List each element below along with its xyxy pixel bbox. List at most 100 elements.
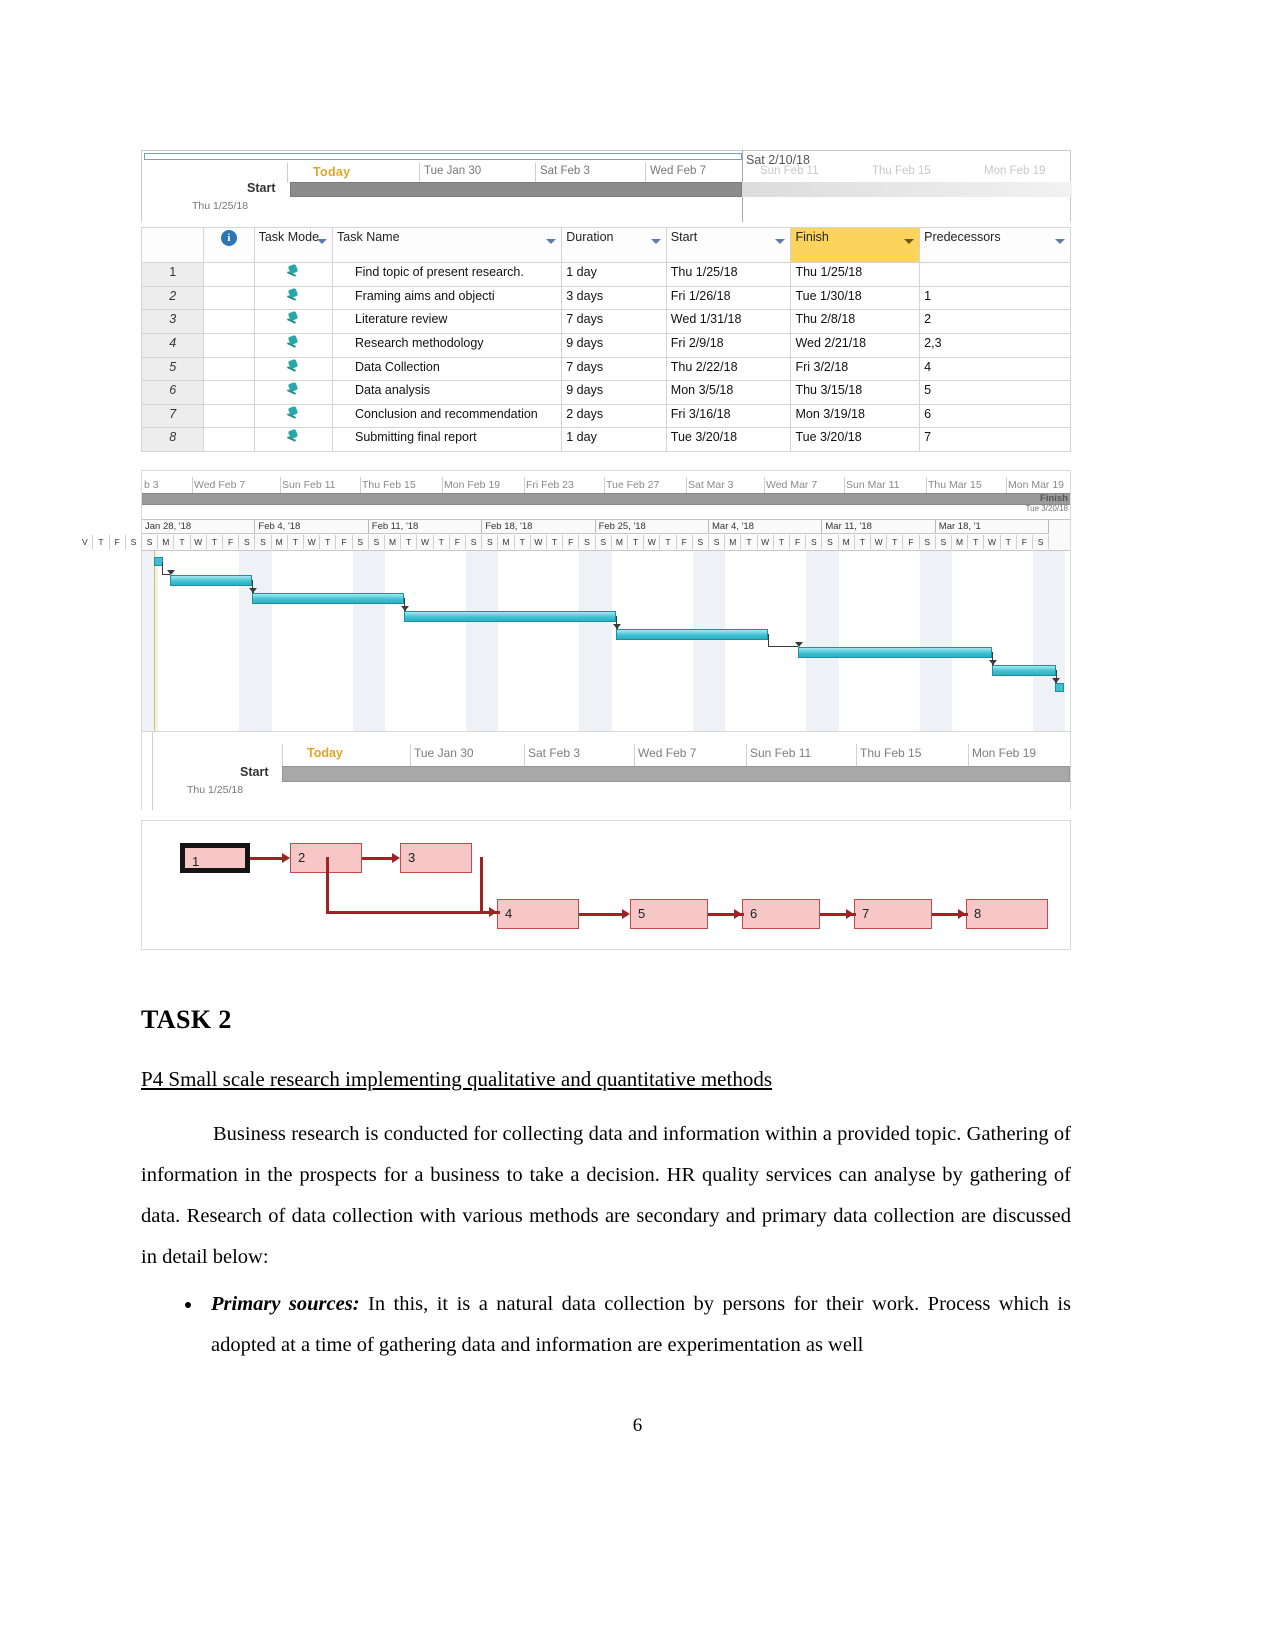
row-start[interactable]: Fri 3/16/18 xyxy=(665,403,792,429)
manually-scheduled-pin-icon xyxy=(286,312,300,326)
tick-line xyxy=(419,163,420,183)
row-start[interactable]: Wed 1/31/18 xyxy=(665,309,792,334)
chevron-down-icon[interactable] xyxy=(546,239,557,244)
col-header-duration[interactable]: Duration xyxy=(561,227,667,263)
network-node-3[interactable]: 3 xyxy=(400,843,472,873)
gantt-bar-task-7[interactable] xyxy=(992,665,1056,676)
gantt-bars-canvas[interactable] xyxy=(142,551,1070,731)
gantt-bar-task-5[interactable] xyxy=(616,629,768,640)
table-row[interactable]: 5 Data Collection 7 days Thu 2/22/18 Fri 3/2… xyxy=(140,356,1071,382)
row-duration[interactable]: 9 days xyxy=(561,380,667,405)
table-row[interactable]: 2 Framing aims and objecti 3 days Fri 1/26/… xyxy=(140,285,1071,311)
row-predecessors[interactable]: 1 xyxy=(919,285,1071,311)
row-start[interactable]: Thu 1/25/18 xyxy=(665,262,792,287)
row-task-mode[interactable] xyxy=(253,403,334,429)
row-duration[interactable]: 7 days xyxy=(561,356,667,382)
col-header-task-mode[interactable]: Task Mode xyxy=(253,227,334,263)
table-row[interactable]: 6 Data analysis 9 days Mon 3/5/18 Thu 3/15/1… xyxy=(140,380,1071,405)
row-finish[interactable]: Tue 1/30/18 xyxy=(790,285,921,311)
row-predecessors[interactable]: 7 xyxy=(919,427,1071,452)
row-task-name[interactable]: Research methodology xyxy=(332,332,563,358)
row-duration[interactable]: 2 days xyxy=(561,403,667,429)
row-task-name[interactable]: Framing aims and objecti xyxy=(332,285,563,311)
network-node-5[interactable]: 5 xyxy=(630,899,708,929)
row-finish[interactable]: Mon 3/19/18 xyxy=(790,403,921,429)
row-duration[interactable]: 9 days xyxy=(561,332,667,358)
row-duration[interactable]: 3 days xyxy=(561,285,667,311)
row-start[interactable]: Tue 3/20/18 xyxy=(665,427,792,452)
row-task-mode[interactable] xyxy=(253,332,334,358)
bullet-list: Primary sources: In this, it is a natura… xyxy=(141,1284,1071,1366)
row-predecessors[interactable]: 6 xyxy=(919,403,1071,429)
row-task-name[interactable]: Data analysis xyxy=(332,380,563,405)
row-predecessors[interactable]: 2,3 xyxy=(919,332,1071,358)
gantt-bottom-tick-3: Sun Feb 11 xyxy=(750,746,812,760)
network-node-6[interactable]: 6 xyxy=(742,899,820,929)
network-node-8[interactable]: 8 xyxy=(966,899,1048,929)
tick-line xyxy=(524,477,525,493)
row-predecessors[interactable]: 5 xyxy=(919,380,1071,405)
row-task-mode[interactable] xyxy=(253,356,334,382)
table-row[interactable]: 1 Find topic of present research. 1 day Thu… xyxy=(140,262,1071,287)
col-header-start[interactable]: Start xyxy=(665,227,792,263)
row-predecessors[interactable]: 2 xyxy=(919,309,1071,334)
gantt-bar-task-6[interactable] xyxy=(798,647,992,658)
table-row[interactable]: 4 Research methodology 9 days Fri 2/9/18 Wed… xyxy=(140,332,1071,358)
col-header-indicator[interactable]: i xyxy=(203,227,255,263)
row-start[interactable]: Fri 1/26/18 xyxy=(665,285,792,311)
network-node-7[interactable]: 7 xyxy=(854,899,932,929)
chevron-down-icon[interactable] xyxy=(904,239,915,244)
row-finish[interactable]: Fri 3/2/18 xyxy=(790,356,921,382)
col-header-predecessors[interactable]: Predecessors xyxy=(919,227,1071,263)
table-row[interactable]: 8 Submitting final report 1 day Tue 3/20/18… xyxy=(140,427,1071,452)
gantt-bar-task-2[interactable] xyxy=(170,575,252,586)
row-task-name[interactable]: Data Collection xyxy=(332,356,563,382)
row-finish[interactable]: Thu 2/8/18 xyxy=(790,309,921,334)
day-cell: S xyxy=(693,535,709,549)
row-start[interactable]: Mon 3/5/18 xyxy=(665,380,792,405)
row-task-mode[interactable] xyxy=(253,285,334,311)
col-header-finish[interactable]: Finish xyxy=(790,227,921,263)
row-duration[interactable]: 1 day xyxy=(561,262,667,287)
row-finish[interactable]: Thu 3/15/18 xyxy=(790,380,921,405)
gantt-bar-task-8[interactable] xyxy=(1055,683,1064,692)
row-start[interactable]: Fri 2/9/18 xyxy=(665,332,792,358)
day-cell: F xyxy=(450,535,466,549)
row-task-mode[interactable] xyxy=(253,380,334,405)
network-node-4[interactable]: 4 xyxy=(497,899,579,929)
day-cell: S xyxy=(126,535,142,549)
day-cell: T xyxy=(174,535,191,549)
table-row[interactable]: 7 Conclusion and recommendation 2 days Fri … xyxy=(140,403,1071,429)
row-task-name[interactable]: Submitting final report xyxy=(332,427,563,452)
network-node-1[interactable]: 1 xyxy=(180,843,250,873)
network-link xyxy=(412,911,483,914)
row-start[interactable]: Thu 2/22/18 xyxy=(665,356,792,382)
col-header-id[interactable] xyxy=(140,227,205,263)
table-row[interactable]: 3 Literature review 7 days Wed 1/31/18 Thu 2… xyxy=(140,309,1071,334)
chevron-down-icon[interactable] xyxy=(1055,239,1065,244)
row-finish[interactable]: Tue 3/20/18 xyxy=(790,427,921,452)
weekend-shading xyxy=(806,551,839,731)
row-task-name[interactable]: Conclusion and recommendation xyxy=(332,403,563,429)
chevron-down-icon[interactable] xyxy=(317,239,328,244)
row-task-name[interactable]: Find topic of present research. xyxy=(332,262,563,287)
gantt-bar-task-3[interactable] xyxy=(252,593,404,604)
row-task-mode[interactable] xyxy=(253,427,334,452)
row-task-name[interactable]: Literature review xyxy=(332,309,563,334)
manually-scheduled-pin-icon xyxy=(286,430,300,444)
row-duration[interactable]: 1 day xyxy=(561,427,667,452)
chevron-down-icon[interactable] xyxy=(650,239,661,244)
chevron-down-icon[interactable] xyxy=(775,239,786,244)
col-header-predecessors-label: Predecessors xyxy=(924,230,1001,244)
row-predecessors[interactable] xyxy=(919,262,1071,287)
row-task-mode[interactable] xyxy=(253,262,334,287)
day-cell: T xyxy=(968,535,985,549)
row-task-mode[interactable] xyxy=(253,309,334,334)
row-finish[interactable]: Thu 1/25/18 xyxy=(790,262,921,287)
row-finish[interactable]: Wed 2/21/18 xyxy=(790,332,921,358)
col-header-task-name[interactable]: Task Name xyxy=(332,227,563,263)
row-predecessors[interactable]: 4 xyxy=(919,356,1071,382)
row-duration[interactable]: 7 days xyxy=(561,309,667,334)
gantt-bar-task-4[interactable] xyxy=(404,611,616,622)
task-table[interactable]: i Task Mode Task Name Duration Start Fin… xyxy=(140,227,1071,452)
